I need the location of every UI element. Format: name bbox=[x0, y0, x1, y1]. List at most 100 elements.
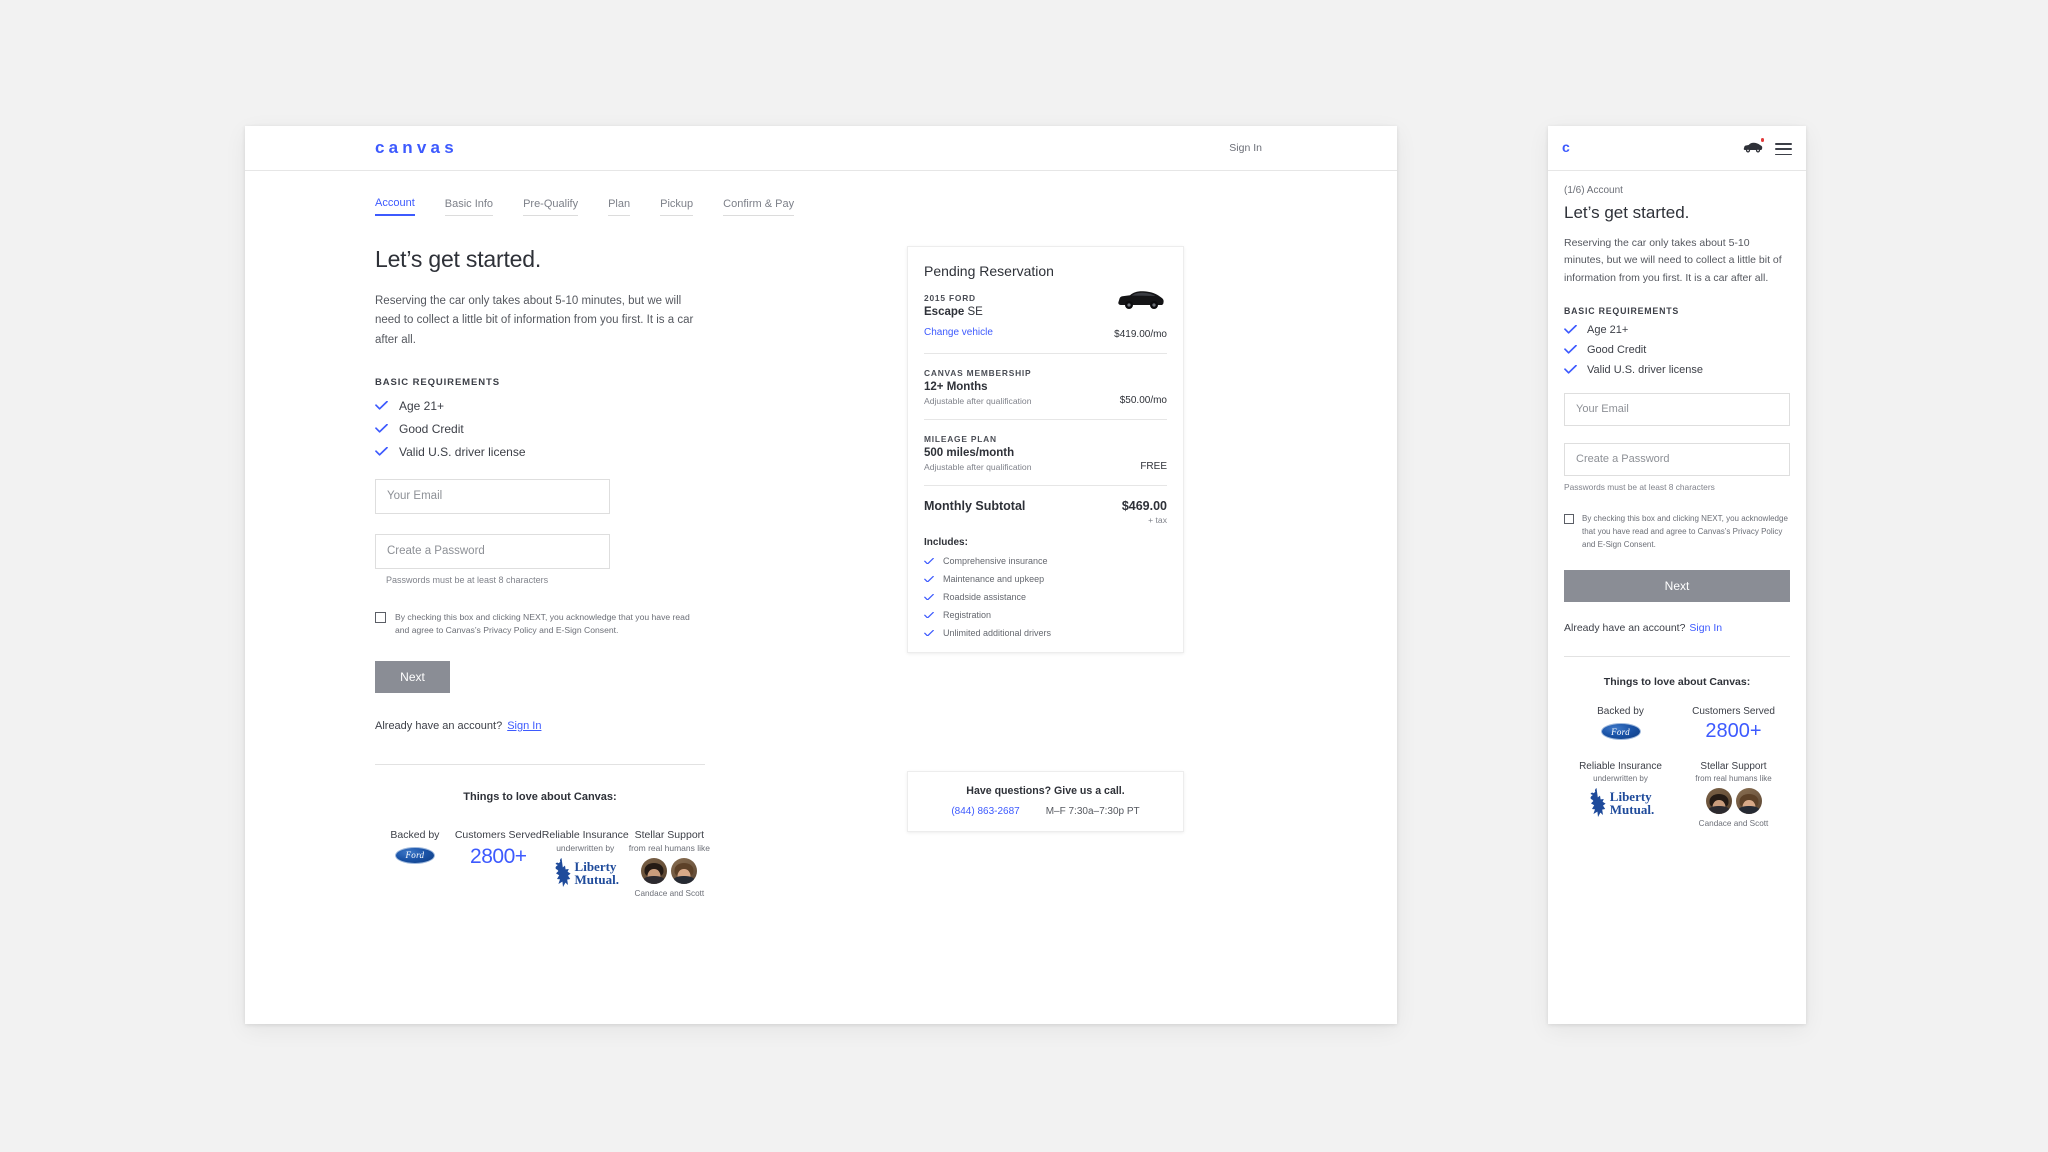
canvas-logo[interactable]: canvas bbox=[375, 138, 458, 158]
phone-number-link[interactable]: (844) 863-2687 bbox=[951, 806, 1019, 817]
contact-details-row: (844) 863-2687 M–F 7:30a–7:30p PT bbox=[908, 806, 1183, 817]
basic-requirements-list: Age 21+ Good Credit Valid U.S. driver li… bbox=[375, 399, 705, 459]
consent-checkbox[interactable] bbox=[375, 611, 386, 623]
membership-kicker: CANVAS MEMBERSHIP bbox=[924, 368, 1032, 378]
check-icon bbox=[924, 629, 934, 637]
love-item-reliable-insurance: Reliable Insurance underwritten by Liber… bbox=[542, 829, 629, 889]
requirement-label: Good Credit bbox=[1587, 343, 1647, 356]
password-hint: Passwords must be at least 8 characters bbox=[386, 574, 549, 585]
tab-confirm-and-pay[interactable]: Confirm & Pay bbox=[723, 198, 795, 216]
tab-pre-qualify[interactable]: Pre-Qualify bbox=[523, 198, 579, 216]
car-icon[interactable] bbox=[1743, 140, 1763, 154]
password-input[interactable] bbox=[387, 545, 609, 558]
canvas-logo-mark[interactable]: c bbox=[1562, 139, 1570, 155]
tab-account[interactable]: Account bbox=[375, 197, 415, 216]
things-to-love-title: Things to love about Canvas: bbox=[463, 790, 617, 803]
includes-list: Comprehensive insurance Maintenance and … bbox=[924, 556, 1167, 638]
mobile-consent-text: By checking this box and clicking NEXT, … bbox=[1582, 513, 1788, 549]
ford-logo-icon: Ford bbox=[394, 846, 435, 864]
mobile-consent-row[interactable]: By checking this box and clicking NEXT, … bbox=[1564, 513, 1790, 551]
pending-reservation-card: Pending Reservation 2015 FORD Escape SE … bbox=[907, 246, 1184, 653]
sign-in-link[interactable]: Sign In bbox=[507, 720, 541, 732]
notification-dot-icon bbox=[1760, 138, 1764, 142]
email-input[interactable] bbox=[387, 490, 609, 503]
tab-plan[interactable]: Plan bbox=[608, 198, 631, 216]
subtotal-value: $469.00 bbox=[1121, 499, 1167, 513]
requirement-item: Age 21+ bbox=[375, 399, 705, 413]
reservation-title: Pending Reservation bbox=[924, 263, 1054, 279]
tab-pickup[interactable]: Pickup bbox=[660, 198, 694, 216]
liberty-mutual-wordmark: Liberty Mutual. bbox=[574, 858, 619, 887]
includes-label-text: Roadside assistance bbox=[943, 592, 1027, 602]
vehicle-price: $419.00/mo bbox=[1114, 329, 1167, 340]
love-item-stellar-support: Stellar Support from real humans like Ca… bbox=[1677, 761, 1790, 828]
check-icon bbox=[1564, 365, 1577, 375]
mobile-next-button[interactable]: Next bbox=[1564, 570, 1790, 603]
mobile-already-have-account-row: Already have an account? Sign In bbox=[1564, 622, 1790, 634]
avatar bbox=[671, 857, 698, 884]
email-field-wrapper[interactable] bbox=[375, 478, 610, 514]
ford-logo-icon: Ford bbox=[1600, 723, 1641, 741]
consent-row[interactable]: By checking this box and clicking NEXT, … bbox=[375, 611, 705, 638]
change-vehicle-link[interactable]: Change vehicle bbox=[924, 327, 993, 338]
mobile-email-field-wrapper[interactable] bbox=[1564, 392, 1790, 426]
mobile-page-title: Let’s get started. bbox=[1564, 203, 1690, 222]
mobile-consent-checkbox[interactable] bbox=[1564, 513, 1574, 524]
consent-text: By checking this box and clicking NEXT, … bbox=[395, 611, 690, 636]
love-item-subcaption: underwritten by bbox=[1593, 774, 1648, 784]
includes-label: Includes: bbox=[924, 537, 968, 548]
avatar bbox=[1705, 788, 1732, 815]
support-avatar-caption: Candace and Scott bbox=[634, 888, 705, 898]
mobile-things-to-love-title: Things to love about Canvas: bbox=[1603, 676, 1751, 689]
avatar bbox=[641, 857, 668, 884]
check-icon bbox=[1564, 325, 1577, 335]
next-button[interactable]: Next bbox=[375, 660, 450, 693]
mileage-price: FREE bbox=[1140, 461, 1167, 472]
includes-item: Roadside assistance bbox=[924, 592, 1167, 602]
love-item-customers-served: Customers Served 2800+ bbox=[455, 829, 542, 869]
subtotal-row: Monthly Subtotal $469.00 bbox=[924, 486, 1167, 513]
reservation-vehicle-row: 2015 FORD Escape SE Change vehicle $419.… bbox=[924, 279, 1167, 340]
mileage-note: Adjustable after qualification bbox=[924, 462, 1032, 472]
mobile-things-to-love-row-1: Backed by Ford Customers Served 2800+ bbox=[1564, 706, 1790, 743]
basic-requirements-label: BASIC REQUIREMENTS bbox=[375, 376, 500, 388]
mobile-step-indicator: (1/6) Account bbox=[1564, 185, 1623, 196]
hamburger-menu-icon[interactable] bbox=[1775, 143, 1792, 159]
check-icon bbox=[375, 424, 388, 434]
support-avatars bbox=[629, 857, 710, 884]
mobile-email-input[interactable] bbox=[1576, 403, 1789, 416]
mileage-kicker: MILEAGE PLAN bbox=[924, 434, 997, 444]
requirement-label: Age 21+ bbox=[1587, 323, 1629, 336]
progress-tabs: Account Basic Info Pre-Qualify Plan Pick… bbox=[375, 197, 824, 216]
mobile-basic-requirements-list: Age 21+ Good Credit Valid U.S. driver li… bbox=[1564, 324, 1790, 376]
includes-label-text: Registration bbox=[943, 610, 992, 620]
header-sign-in-link[interactable]: Sign In bbox=[1229, 142, 1262, 154]
liberty-mutual-logo-icon: Liberty Mutual. bbox=[542, 857, 629, 889]
mobile-password-input[interactable] bbox=[1576, 453, 1789, 466]
love-item-caption: Backed by bbox=[390, 828, 440, 841]
love-item-customers-served: Customers Served 2800+ bbox=[1677, 706, 1790, 743]
mobile-section-divider bbox=[1564, 656, 1790, 658]
tax-note: + tax bbox=[1148, 515, 1167, 525]
things-to-love-row: Backed by Ford Customers Served 2800+ Re… bbox=[375, 829, 710, 898]
mobile-page-intro-text: Reserving the car only takes about 5-10 … bbox=[1564, 237, 1782, 284]
requirement-label: Valid U.S. driver license bbox=[1587, 363, 1703, 376]
love-item-caption: Customers Served bbox=[454, 828, 542, 841]
liberty-mutual-logo-icon: Liberty Mutual. bbox=[1564, 787, 1677, 819]
mobile-things-to-love-row-2: Reliable Insurance underwritten by Liber… bbox=[1564, 761, 1790, 828]
mobile-password-field-wrapper[interactable] bbox=[1564, 442, 1790, 476]
mobile-basic-requirements-label: BASIC REQUIREMENTS bbox=[1564, 305, 1680, 316]
love-item-caption: Customers Served bbox=[1692, 706, 1775, 718]
mobile-sign-in-link[interactable]: Sign In bbox=[1689, 622, 1722, 634]
requirement-item: Valid U.S. driver license bbox=[375, 445, 705, 459]
requirement-label: Valid U.S. driver license bbox=[399, 444, 526, 459]
includes-item: Registration bbox=[924, 610, 1167, 620]
password-field-wrapper[interactable] bbox=[375, 533, 610, 569]
love-item-subcaption: from real humans like bbox=[628, 842, 710, 853]
check-icon bbox=[924, 557, 934, 565]
support-hours: M–F 7:30a–7:30p PT bbox=[1045, 806, 1140, 817]
support-avatars bbox=[1677, 788, 1790, 815]
love-item-caption: Stellar Support bbox=[634, 828, 705, 841]
tab-basic-info[interactable]: Basic Info bbox=[444, 198, 494, 216]
check-icon bbox=[924, 575, 934, 583]
